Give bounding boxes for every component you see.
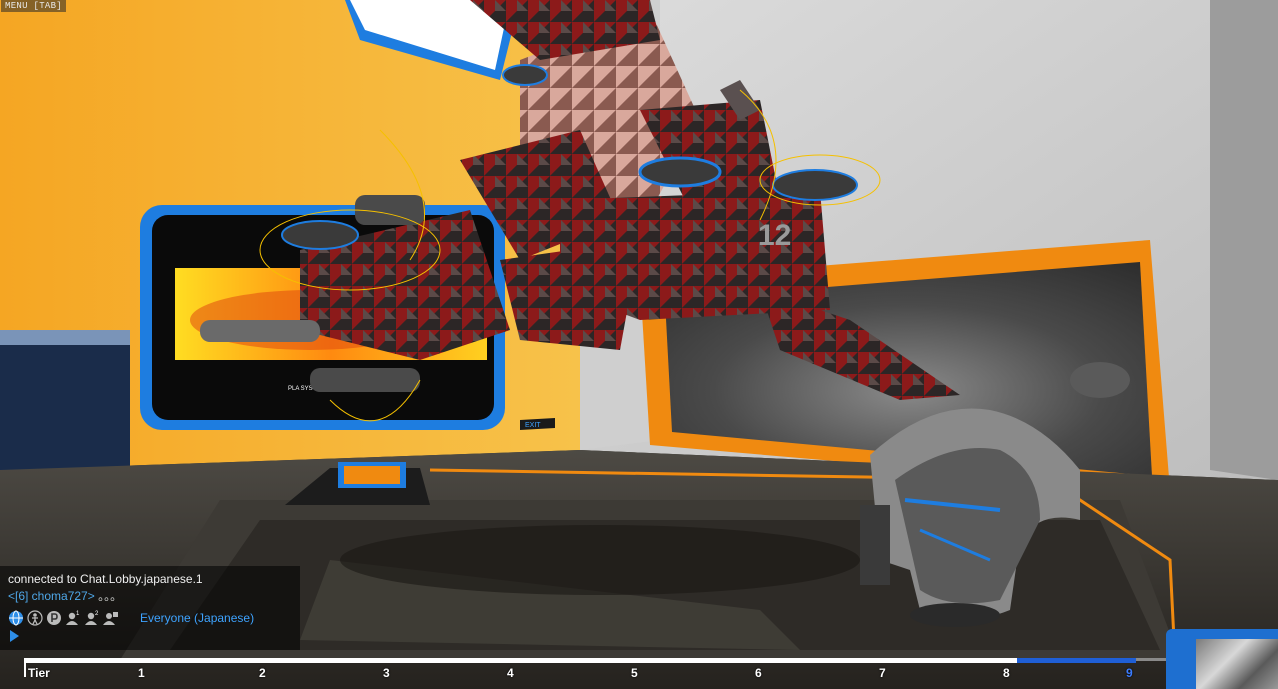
chat-send-arrow-icon[interactable]	[10, 630, 19, 642]
user-group-icon[interactable]	[103, 610, 119, 626]
weapon-thumbnail[interactable]	[1166, 629, 1278, 689]
exit-label: EXIT	[525, 422, 541, 429]
tier-bar-active-segment	[1017, 658, 1136, 663]
parking-icon[interactable]	[46, 610, 62, 626]
globe-icon[interactable]	[8, 610, 24, 626]
chat-message-line: <[6] choma727> 。。。	[8, 587, 122, 604]
chat-channel-toolbar: 1 2	[8, 609, 119, 627]
tier-label-9[interactable]: 9	[1126, 666, 1133, 680]
user-2-icon[interactable]: 2	[84, 610, 100, 626]
person-icon[interactable]	[27, 610, 43, 626]
chat-system-line: connected to Chat.Lobby.japanese.1	[8, 572, 203, 586]
svg-text:2: 2	[95, 611, 99, 617]
svg-text:1: 1	[76, 611, 80, 617]
tier-label-6[interactable]: 6	[755, 666, 762, 680]
tier-label-7[interactable]: 7	[879, 666, 886, 680]
robot-number: 12	[758, 219, 791, 252]
chat-panel: connected to Chat.Lobby.japanese.1 <[6] …	[0, 566, 300, 650]
chat-message-text: 。。。	[98, 589, 123, 603]
tier-label-8[interactable]: 8	[1003, 666, 1010, 680]
tier-bar-line	[24, 658, 1136, 663]
tier-label-title: Tier	[28, 666, 50, 680]
chat-user-prefix[interactable]: <[6] choma727>	[8, 589, 95, 603]
tier-label-5[interactable]: 5	[631, 666, 638, 680]
tier-label-4[interactable]: 4	[507, 666, 514, 680]
chat-channel-selector[interactable]: Everyone (Japanese)	[140, 611, 254, 625]
weapon-thumbnail-image	[1196, 639, 1278, 689]
tier-tick	[24, 663, 26, 677]
tier-label-2[interactable]: 2	[259, 666, 266, 680]
tier-label-1[interactable]: 1	[138, 666, 145, 680]
tier-label-3[interactable]: 3	[383, 666, 390, 680]
user-1-icon[interactable]: 1	[65, 610, 81, 626]
tier-bar[interactable]: Tier 1 2 3 4 5 6 7 8 9 10	[24, 658, 1274, 689]
menu-hint[interactable]: MENU [TAB]	[1, 0, 67, 12]
